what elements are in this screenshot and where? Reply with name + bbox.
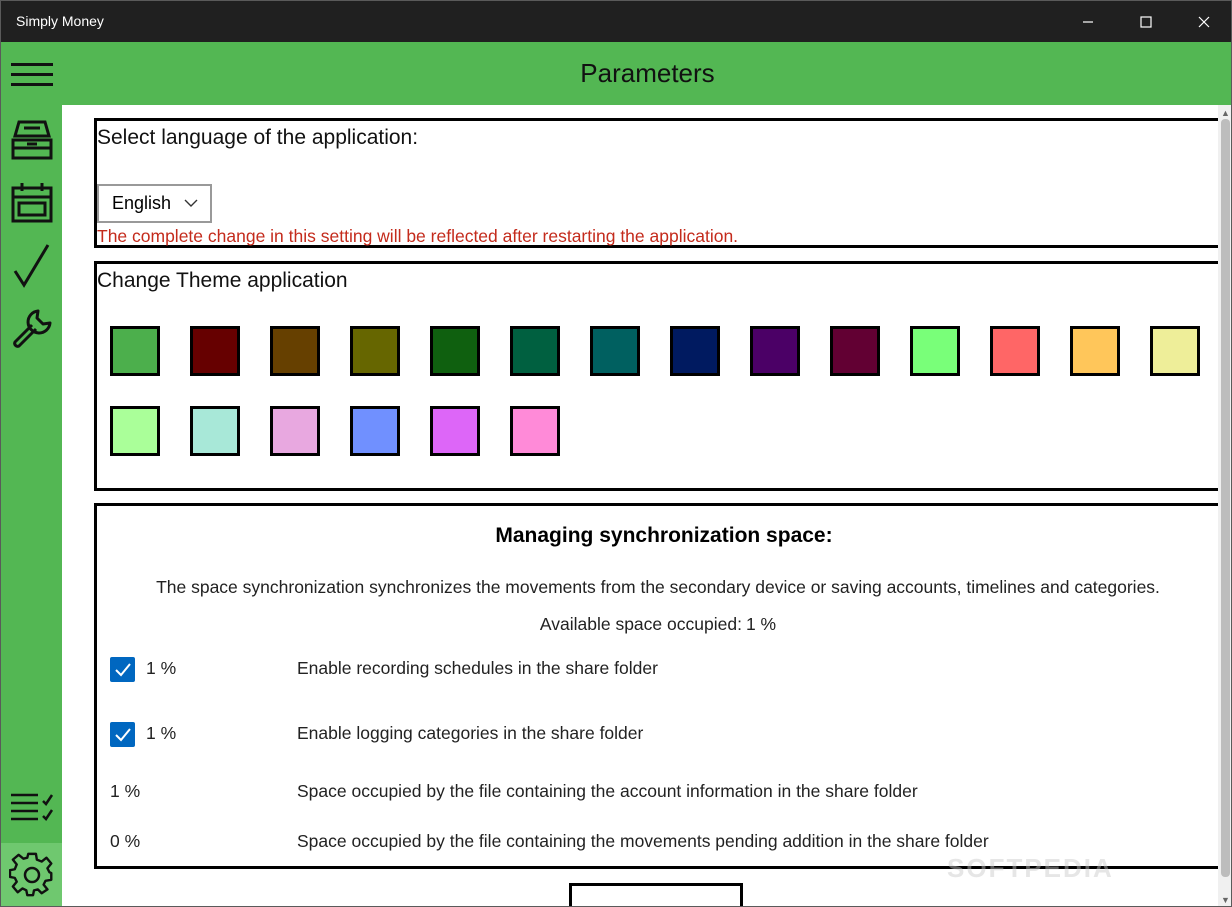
watermark: SOFTPEDIA: [947, 853, 1114, 883]
sync-row-accounts-file: 1 % Space occupied by the file containin…: [97, 780, 1217, 810]
sidebar-item-reconcile[interactable]: [1, 238, 62, 294]
sidebar-item-menu[interactable]: [1, 42, 62, 105]
sync-description: The space synchronization synchronizes t…: [156, 577, 1160, 597]
available-space-label: Available space occupied:: [539, 614, 742, 634]
wrench-icon: [12, 309, 51, 348]
sync-panel: Managing synchronization space: The spac…: [94, 503, 1218, 869]
theme-swatch[interactable]: [110, 406, 160, 456]
theme-swatch[interactable]: [510, 406, 560, 456]
theme-swatch[interactable]: [750, 326, 800, 376]
theme-swatch[interactable]: [270, 326, 320, 376]
app-window: Simply Money Parameters Select language …: [0, 0, 1232, 907]
sidebar-item-accounts[interactable]: [1, 112, 62, 168]
language-select[interactable]: English: [97, 184, 212, 223]
chevron-down-icon: [184, 199, 198, 207]
maximize-icon: [1140, 15, 1152, 28]
theme-swatch[interactable]: [190, 326, 240, 376]
theme-swatch[interactable]: [910, 326, 960, 376]
theme-swatch[interactable]: [590, 326, 640, 376]
sync-title: Managing synchronization space:: [495, 524, 833, 547]
minimize-button[interactable]: [1059, 1, 1117, 42]
calendar-icon: [11, 183, 52, 223]
categories-percent: 1 %: [146, 723, 177, 743]
theme-swatch[interactable]: [350, 406, 400, 456]
categories-checkbox[interactable]: [110, 722, 135, 747]
sidebar-item-schedules[interactable]: [1, 175, 62, 231]
checkmark-icon: [13, 244, 49, 288]
hamburger-menu-icon: [10, 62, 53, 86]
available-space: Available space occupied: 1 %: [97, 614, 1218, 635]
schedules-label: Enable recording schedules in the share …: [297, 658, 658, 678]
available-space-value: 1 %: [745, 614, 777, 634]
language-title: Select language of the application:: [97, 126, 419, 149]
sync-row-categories: 1 % Enable logging categories in the sha…: [97, 722, 1217, 752]
page-header: Parameters: [62, 42, 1231, 105]
close-button[interactable]: [1175, 1, 1231, 42]
gear-icon: [8, 852, 52, 897]
minimize-icon: [1083, 20, 1093, 23]
theme-swatch[interactable]: [430, 326, 480, 376]
sidebar-item-tools[interactable]: [1, 301, 62, 357]
sidebar-item-tasks[interactable]: [1, 780, 62, 836]
theme-panel: Change Theme application: [94, 261, 1218, 491]
scroll-down-icon[interactable]: ▼: [1221, 895, 1230, 905]
theme-swatch[interactable]: [670, 326, 720, 376]
accounts-file-label: Space occupied by the file containing th…: [297, 781, 918, 801]
sidebar: [1, 42, 62, 906]
bottom-action-button[interactable]: [569, 883, 743, 906]
pending-file-label: Space occupied by the file containing th…: [297, 831, 989, 851]
app-title: Simply Money: [16, 13, 104, 29]
theme-swatch[interactable]: [190, 406, 240, 456]
sync-row-schedules: 1 % Enable recording schedules in the sh…: [97, 657, 1217, 687]
page-title: Parameters: [580, 58, 715, 88]
theme-swatch[interactable]: [430, 406, 480, 456]
theme-swatch[interactable]: [270, 406, 320, 456]
theme-swatch[interactable]: [1150, 326, 1200, 376]
pending-file-percent: 0 %: [110, 831, 141, 851]
accounts-file-percent: 1 %: [110, 781, 141, 801]
theme-swatch[interactable]: [510, 326, 560, 376]
title-bar: Simply Money: [1, 1, 1231, 42]
schedules-checkbox[interactable]: [110, 657, 135, 682]
restart-warning: The complete change in this setting will…: [97, 226, 739, 246]
scroll-up-icon[interactable]: ▲: [1221, 108, 1230, 118]
maximize-button[interactable]: [1117, 1, 1175, 42]
checkmark-icon: [114, 727, 131, 741]
schedules-percent: 1 %: [146, 658, 177, 678]
language-select-value: English: [112, 193, 172, 213]
close-icon: [1198, 16, 1210, 27]
theme-swatch[interactable]: [830, 326, 880, 376]
theme-swatch[interactable]: [990, 326, 1040, 376]
categories-label: Enable logging categories in the share f…: [297, 723, 644, 743]
store-icon: [11, 120, 52, 160]
checkmark-icon: [114, 662, 131, 676]
theme-swatch[interactable]: [1070, 326, 1120, 376]
theme-title: Change Theme application: [97, 269, 348, 292]
settings-content: Select language of the application: Engl…: [62, 105, 1218, 906]
checklist-icon: [10, 793, 53, 821]
theme-swatch[interactable]: [110, 326, 160, 376]
language-panel: Select language of the application: Engl…: [94, 118, 1218, 248]
sidebar-item-parameters[interactable]: [1, 843, 62, 906]
vertical-scrollbar[interactable]: ▲ ▼: [1218, 105, 1231, 906]
scrollbar-thumb[interactable]: [1221, 119, 1230, 877]
theme-swatch[interactable]: [350, 326, 400, 376]
